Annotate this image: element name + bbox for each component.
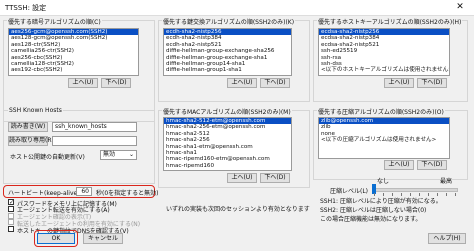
cipher-group-title: 優先する暗号アルゴリズムの順(C) bbox=[7, 17, 102, 26]
mac-down-button[interactable]: 下へ(D) bbox=[260, 173, 290, 183]
verify-label: ホスト公開鍵の自動更新(V) bbox=[10, 154, 85, 161]
cipher-list[interactable]: aes256-gcm@openssh.com(SSH2) aes128-gcm@o… bbox=[8, 28, 139, 76]
verify-select[interactable]: 無効 ⌄ bbox=[100, 150, 137, 160]
title-bar: TTSSH: 設定 ✕ bbox=[0, 0, 474, 16]
comp-note-line: この場合圧縮機能は無効になります。 bbox=[320, 216, 422, 223]
known-hosts-ro-field[interactable] bbox=[52, 136, 137, 146]
option-checkbox bbox=[8, 212, 14, 219]
known-hosts-ro-button[interactable]: 読み取り専用(R) bbox=[8, 136, 54, 146]
cipher-down-button[interactable]: 下へ(D) bbox=[101, 78, 131, 88]
cancel-button[interactable]: キャンセル bbox=[83, 233, 123, 244]
comp-level-label: 圧縮レベル(L) bbox=[330, 188, 369, 195]
heartbeat-label: ハートビート(keep-alive) bbox=[8, 190, 80, 197]
hostkey-up-button[interactable]: 上へ(U) bbox=[384, 78, 414, 88]
verify-select-value: 無効 bbox=[103, 151, 116, 158]
comp-level-max: 最高 bbox=[440, 178, 453, 185]
hostkey-group-title: 優先するホストキーアルゴリズムの順(SSH2のみ)(H) bbox=[317, 17, 463, 26]
chevron-down-icon: ⌄ bbox=[128, 151, 134, 158]
compression-list[interactable]: zlib@openssh.com zlib none <以下の圧縮アルゴリズムは使用さ… bbox=[318, 117, 450, 159]
heartbeat-field[interactable]: 60 bbox=[76, 187, 92, 196]
window-title: TTSSH: 設定 bbox=[5, 4, 47, 12]
kex-list[interactable]: ecdh-sha2-nistp256 ecdh-sha2-nistp384 ecdh… bbox=[163, 28, 292, 76]
list-item[interactable]: diffie-hellman-group1-sha1 bbox=[164, 67, 291, 73]
kex-up-button[interactable]: 上へ(U) bbox=[227, 78, 257, 88]
close-icon[interactable]: ✕ bbox=[446, 0, 474, 15]
mac-group-title: 優先するMACアルゴリズムの順(SSH2のみ)(M) bbox=[162, 107, 292, 116]
compression-down-button[interactable]: 下へ(D) bbox=[417, 160, 447, 170]
hostkey-list[interactable]: ecdsa-sha2-nistp256 ecdsa-sha2-nistp384 ec… bbox=[318, 28, 450, 76]
comp-level-min: なし bbox=[377, 178, 390, 185]
known-hosts-rw-field[interactable]: ssh_known_hosts bbox=[52, 122, 137, 132]
list-item[interactable]: aes192-cbc(SSH2) bbox=[9, 67, 138, 73]
known-hosts-title: SSH Known Hosts bbox=[8, 107, 63, 114]
hostkey-down-button[interactable]: 下へ(D) bbox=[417, 78, 447, 88]
option-checkbox bbox=[8, 219, 14, 226]
heartbeat-unit: 秒(0を指定すると無効) bbox=[96, 190, 159, 197]
mac-list[interactable]: hmac-sha2-512-etm@openssh.com hmac-sha2-2… bbox=[163, 117, 292, 171]
mac-up-button[interactable]: 上へ(U) bbox=[227, 173, 257, 183]
help-button[interactable]: ヘルプ(H) bbox=[428, 233, 466, 244]
compression-group-title: 優先する圧縮アルゴリズムの順(SSH2のみ)(O) bbox=[317, 107, 445, 116]
option-checkbox[interactable] bbox=[8, 226, 14, 233]
kex-group-title: 優先する鍵交換アルゴリズムの順(SSH2のみ)(K) bbox=[162, 17, 296, 26]
compression-up-button[interactable]: 上へ(U) bbox=[384, 160, 414, 170]
comp-level-slider[interactable] bbox=[372, 188, 458, 192]
cipher-up-button[interactable]: 上へ(U) bbox=[68, 78, 98, 88]
list-item[interactable]: diffie-hellman-group-exchange-sha256 bbox=[164, 48, 291, 54]
list-item[interactable]: <以下のホストキーアルゴリズムは使用されません> bbox=[319, 67, 449, 73]
ok-button[interactable]: OK bbox=[37, 233, 75, 244]
list-item[interactable]: <以下の圧縮アルゴリズムは使用されません> bbox=[319, 137, 449, 143]
restart-note: いずれの実装も次回のセッションより有効となります bbox=[166, 206, 310, 213]
option-checkbox[interactable] bbox=[8, 205, 14, 212]
list-item[interactable]: hmac-ripemd160 bbox=[164, 163, 291, 169]
kex-down-button[interactable]: 下へ(D) bbox=[260, 78, 290, 88]
comp-note-line: SSH1: 圧縮レベルにより圧縮が有効になる。 bbox=[320, 198, 442, 205]
comp-note-line: SSH2: 圧縮レベルは圧縮しない場合(0) bbox=[320, 207, 427, 214]
option-checkbox[interactable]: ✓ bbox=[8, 199, 14, 206]
known-hosts-rw-button[interactable]: 読み書き(W) bbox=[8, 122, 48, 132]
comp-note: SSH1: 圧縮レベルにより圧縮が有効になる。 SSH2: 圧縮レベルは圧縮しな… bbox=[320, 196, 468, 223]
